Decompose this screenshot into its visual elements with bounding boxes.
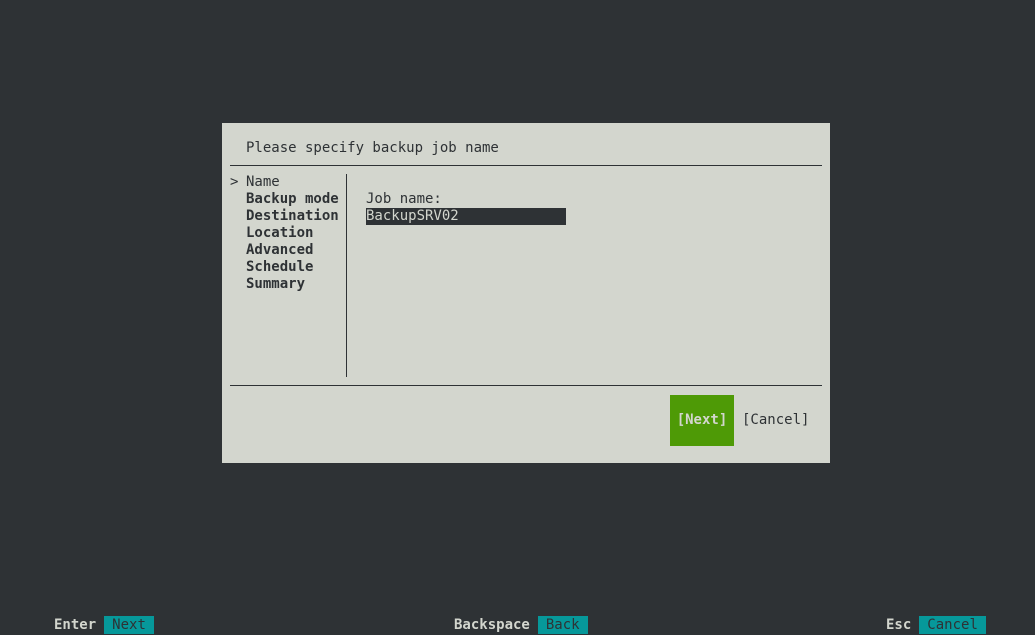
job-name-input[interactable]: BackupSRV02 [366,208,566,225]
backspace-key-label: Backspace [454,617,530,633]
step-label: Name [246,174,280,190]
cancel-button[interactable]: [Cancel] [742,395,809,446]
step-location[interactable]: Location [230,225,339,242]
step-label: Backup mode [246,191,339,207]
step-label: Destination [246,208,339,224]
step-summary[interactable]: Summary [230,276,339,293]
terminal-screen: Please specify backup job name > Name Bac… [0,0,1035,635]
cancel-action-label: Cancel [919,616,986,634]
hint-enter: Enter Next [54,616,154,634]
hint-backspace: Backspace Back [454,616,588,634]
dialog-title: Please specify backup job name [246,140,499,156]
step-name[interactable]: > Name [230,174,339,191]
step-schedule[interactable]: Schedule [230,259,339,276]
step-label: Summary [246,276,306,292]
wizard-steps: > Name Backup mode Destination Location A… [230,174,339,293]
step-label: Advanced [246,242,314,258]
job-name-label: Job name: [366,191,442,207]
next-action-label: Next [104,616,154,634]
step-destination[interactable]: Destination [230,208,339,225]
step-label: Schedule [246,259,314,275]
next-button[interactable]: [Next] [670,395,734,446]
esc-key-label: Esc [886,617,912,633]
enter-key-label: Enter [54,617,97,633]
current-step-marker: > [230,174,239,190]
backup-job-wizard-dialog: Please specify backup job name > Name Bac… [222,123,830,463]
footer-divider [230,385,822,386]
step-label: Location [246,225,314,241]
step-backup-mode[interactable]: Backup mode [230,191,339,208]
title-divider [230,165,822,166]
back-action-label: Back [537,616,588,634]
hint-esc: Esc Cancel [886,616,986,634]
steps-divider [346,174,347,377]
step-advanced[interactable]: Advanced [230,242,339,259]
